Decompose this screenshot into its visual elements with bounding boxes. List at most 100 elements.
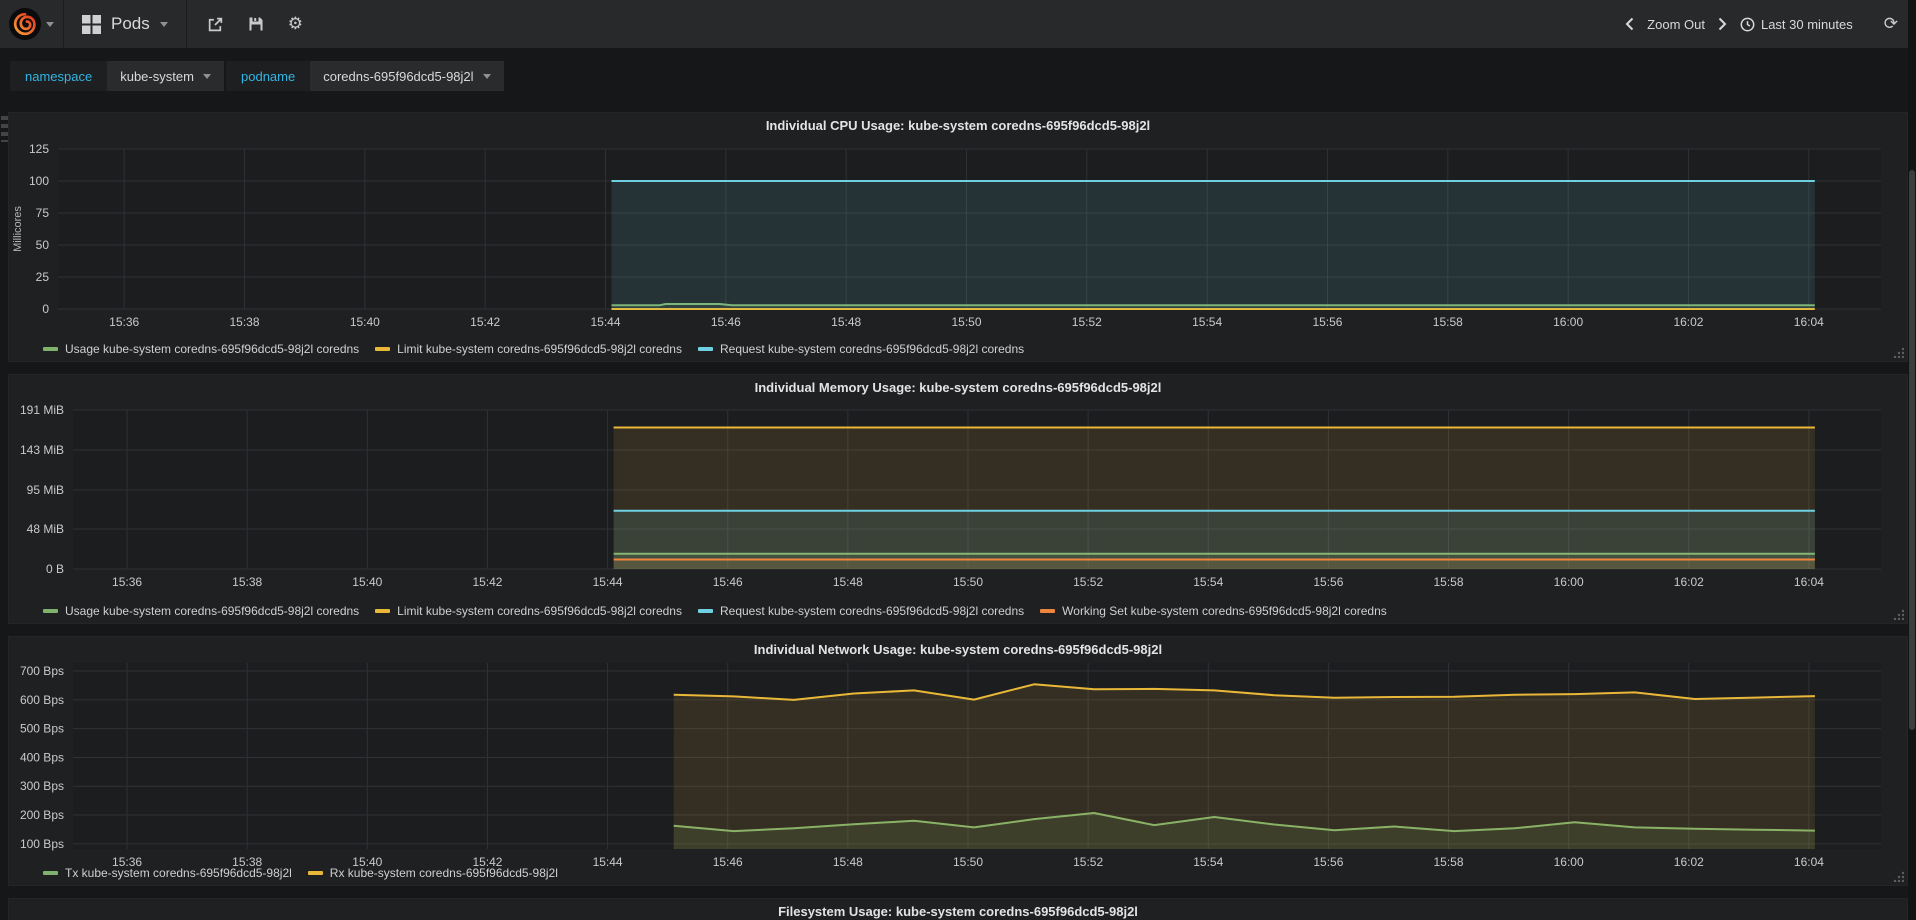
zoom-out-button[interactable]: Zoom Out <box>1647 17 1705 32</box>
x-axis-tick-label: 15:50 <box>951 315 981 329</box>
grafana-main-menu[interactable] <box>0 0 64 48</box>
variable-podname: podname coredns-695f96dcd5-98j2l <box>226 61 504 91</box>
panel-resize-handle[interactable] <box>1892 346 1904 358</box>
y-axis-tick-label: 300 Bps <box>20 779 64 793</box>
panel-filesystem-usage: Filesystem Usage: kube-system coredns-69… <box>8 898 1908 920</box>
variable-podname-value[interactable]: coredns-695f96dcd5-98j2l <box>310 61 504 91</box>
panel-title-filesystem[interactable]: Filesystem Usage: kube-system coredns-69… <box>9 904 1907 919</box>
chevron-down-icon <box>482 73 491 79</box>
chevron-down-icon <box>159 21 168 27</box>
chevron-down-icon <box>202 73 211 79</box>
panel-resize-handle[interactable] <box>1892 870 1904 882</box>
variable-namespace: namespace kube-system <box>10 61 224 91</box>
panel-title-cpu[interactable]: Individual CPU Usage: kube-system coredn… <box>9 118 1907 133</box>
legend-item[interactable]: Rx kube-system coredns-695f96dcd5-98j2l <box>307 866 558 880</box>
legend-color-dash <box>375 347 391 351</box>
y-axis-tick-label: 200 Bps <box>20 808 64 822</box>
legend-item[interactable]: Usage kube-system coredns-695f96dcd5-98j… <box>43 604 359 618</box>
legend-color-dash <box>697 609 713 613</box>
legend-color-dash <box>43 871 58 875</box>
cpu-usage-chart: 0 25 50 75 100 125 15:36 15:38 15:40 15:42 15:44 15… <box>12 142 1881 329</box>
series-fill <box>611 181 1815 309</box>
y-axis-tick-label: 100 <box>29 174 49 188</box>
variable-podname-current: coredns-695f96dcd5-98j2l <box>323 68 474 84</box>
legend-label[interactable]: Usage kube-system coredns-695f96dcd5-98j… <box>65 604 359 618</box>
scrollbar-thumb[interactable] <box>1909 170 1915 730</box>
dashboard-grid-icon <box>82 14 101 34</box>
x-axis-tick-label: 15:56 <box>1313 575 1343 589</box>
y-axis-tick-label: 0 <box>42 302 49 316</box>
x-axis-tick-label: 15:56 <box>1312 315 1342 329</box>
panel-title-memory[interactable]: Individual Memory Usage: kube-system cor… <box>9 380 1907 395</box>
legend-color-dash <box>375 609 391 613</box>
legend-label[interactable]: Working Set kube-system coredns-695f96dc… <box>1062 604 1387 618</box>
y-axis-title: Millicores <box>12 206 24 252</box>
panel-network-usage: 100 Bps 200 Bps 300 Bps 400 Bps 500 Bps 600 B… <box>8 636 1908 886</box>
panel-title-network[interactable]: Individual Network Usage: kube-system co… <box>9 642 1907 657</box>
cpu-legend: Usage kube-system coredns-695f96dcd5-98j… <box>43 342 1040 356</box>
legend-color-dash <box>43 609 58 613</box>
legend-item[interactable]: Limit kube-system coredns-695f96dcd5-98j… <box>375 342 682 356</box>
x-axis-tick-label: 15:40 <box>352 575 382 589</box>
legend-color-dash <box>307 871 323 875</box>
x-axis-tick-label: 15:46 <box>713 855 743 869</box>
row-drag-handle[interactable] <box>1 116 8 142</box>
legend-item[interactable]: Tx kube-system coredns-695f96dcd5-98j2l <box>43 866 292 880</box>
x-axis-tick-label: 15:54 <box>1193 575 1223 589</box>
x-axis-tick-label: 16:00 <box>1554 855 1584 869</box>
dashboard-title: Pods <box>111 14 150 33</box>
panel-cpu-usage: 0 25 50 75 100 125 15:36 15:38 15:40 15:42 15:44 15… <box>8 112 1908 362</box>
x-axis-tick-label: 15:58 <box>1434 575 1464 589</box>
legend-item[interactable]: Limit kube-system coredns-695f96dcd5-98j… <box>375 604 682 618</box>
time-range-picker[interactable]: Last 30 minutes <box>1740 17 1853 32</box>
x-axis-tick-label: 16:04 <box>1794 855 1824 869</box>
share-icon[interactable] <box>207 16 224 33</box>
chevron-down-icon <box>46 21 54 27</box>
x-axis-tick-label: 15:42 <box>472 575 502 589</box>
x-axis-tick-label: 16:00 <box>1553 315 1583 329</box>
network-legend: Tx kube-system coredns-695f96dcd5-98j2l R… <box>43 866 574 880</box>
y-axis-tick-label: 143 MiB <box>20 443 64 457</box>
time-back-chevron-icon[interactable] <box>1625 17 1634 31</box>
legend-color-dash <box>697 347 713 351</box>
refresh-icon[interactable]: ⟳ <box>1884 15 1898 33</box>
clock-icon <box>1740 17 1755 32</box>
variable-namespace-value[interactable]: kube-system <box>107 61 224 91</box>
series-fill <box>613 559 1815 569</box>
legend-label[interactable]: Rx kube-system coredns-695f96dcd5-98j2l <box>330 866 558 880</box>
variable-namespace-current: kube-system <box>120 68 194 84</box>
legend-item[interactable]: Working Set kube-system coredns-695f96dc… <box>1040 604 1387 618</box>
legend-item[interactable]: Request kube-system coredns-695f96dcd5-9… <box>697 342 1024 356</box>
time-controls: Zoom Out Last 30 minutes ⟳ <box>1625 15 1916 33</box>
x-axis-tick-label: 16:02 <box>1674 855 1704 869</box>
grafana-dashboard: Pods ⚙ Zoom Out Last 30 minutes ⟳ namesp… <box>0 0 1916 920</box>
x-axis-tick-label: 15:54 <box>1192 315 1222 329</box>
y-axis-tick-label: 700 Bps <box>20 664 64 678</box>
legend-label[interactable]: Request kube-system coredns-695f96dcd5-9… <box>720 604 1024 618</box>
y-axis-tick-label: 125 <box>29 142 49 156</box>
legend-label[interactable]: Limit kube-system coredns-695f96dcd5-98j… <box>397 604 682 618</box>
panel-resize-handle[interactable] <box>1892 608 1904 620</box>
legend-label[interactable]: Usage kube-system coredns-695f96dcd5-98j… <box>65 342 359 356</box>
legend-item[interactable]: Usage kube-system coredns-695f96dcd5-98j… <box>43 342 359 356</box>
time-forward-chevron-icon[interactable] <box>1718 17 1727 31</box>
y-axis-tick-label: 500 Bps <box>20 722 64 736</box>
dashboard-actions: ⚙ <box>187 15 303 33</box>
legend-label[interactable]: Limit kube-system coredns-695f96dcd5-98j… <box>397 342 682 356</box>
x-axis-tick-label: 15:44 <box>593 575 623 589</box>
legend-item[interactable]: Request kube-system coredns-695f96dcd5-9… <box>697 604 1024 618</box>
legend-label[interactable]: Request kube-system coredns-695f96dcd5-9… <box>720 342 1024 356</box>
y-axis-tick-label: 48 MiB <box>27 522 64 536</box>
y-axis-tick-label: 100 Bps <box>20 837 64 851</box>
x-axis-tick-label: 15:38 <box>229 315 259 329</box>
dashboard-picker[interactable]: Pods <box>64 0 187 48</box>
x-axis-tick-label: 15:48 <box>831 315 861 329</box>
variable-podname-label: podname <box>226 61 311 91</box>
y-axis-tick-label: 25 <box>36 270 50 284</box>
save-icon[interactable] <box>248 16 264 32</box>
x-axis-tick-label: 15:50 <box>953 855 983 869</box>
x-axis-tick-label: 15:40 <box>350 315 380 329</box>
x-axis-tick-label: 15:44 <box>593 855 623 869</box>
settings-gear-icon[interactable]: ⚙ <box>288 15 303 33</box>
legend-label[interactable]: Tx kube-system coredns-695f96dcd5-98j2l <box>65 866 292 880</box>
